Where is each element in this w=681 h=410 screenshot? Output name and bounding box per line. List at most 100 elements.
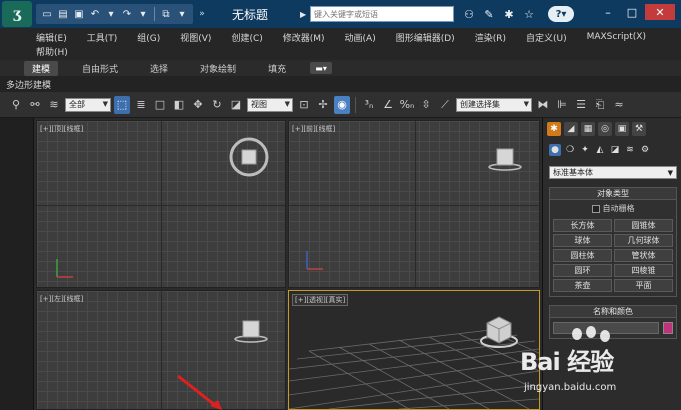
systems-icon[interactable]: ⚙ bbox=[639, 144, 651, 156]
object-color-swatch[interactable] bbox=[663, 322, 673, 334]
viewcube-persp-icon[interactable] bbox=[477, 311, 521, 351]
viewport-front[interactable]: [+][前][线框] bbox=[288, 120, 540, 288]
pyramid-button[interactable]: 四棱锥 bbox=[614, 264, 673, 277]
mirror-icon[interactable]: ⧓ bbox=[535, 96, 551, 114]
window-crossing-icon[interactable]: ◧ bbox=[171, 96, 187, 114]
communication-icon[interactable]: ✱ bbox=[502, 7, 516, 21]
maximize-icon[interactable]: □ bbox=[621, 4, 643, 20]
menu-create[interactable]: 创建(C) bbox=[231, 31, 262, 44]
rect-selection-icon[interactable]: □ bbox=[152, 96, 168, 114]
cylinder-button[interactable]: 圆柱体 bbox=[553, 249, 612, 262]
edit-named-selection-icon[interactable]: ⟋ bbox=[437, 96, 453, 114]
favorite-star-icon[interactable]: ☆ bbox=[522, 7, 536, 21]
torus-button[interactable]: 圆环 bbox=[553, 264, 612, 277]
category-dropdown[interactable]: 标准基本体 ▼ bbox=[549, 166, 677, 179]
percent-snap-icon[interactable]: %ₙ bbox=[399, 96, 415, 114]
menu-modifiers[interactable]: 修改器(M) bbox=[283, 31, 325, 44]
menu-edit[interactable]: 编辑(E) bbox=[36, 31, 67, 44]
help-button[interactable]: ? ▾ bbox=[548, 6, 574, 22]
menu-customize[interactable]: 自定义(U) bbox=[526, 31, 567, 44]
box-button[interactable]: 长方体 bbox=[553, 219, 612, 232]
viewcube-left-icon[interactable] bbox=[231, 313, 271, 345]
app-logo-icon[interactable]: ʒ bbox=[2, 1, 32, 27]
utilities-tab-icon[interactable]: ⚒ bbox=[632, 122, 646, 136]
geosphere-button[interactable]: 几何球体 bbox=[614, 234, 673, 247]
motion-tab-icon[interactable]: ◎ bbox=[598, 122, 612, 136]
space-warps-icon[interactable]: ≋ bbox=[624, 144, 636, 156]
menu-tools[interactable]: 工具(T) bbox=[87, 31, 118, 44]
select-manipulate-icon[interactable]: ✢ bbox=[315, 96, 331, 114]
menu-group[interactable]: 组(G) bbox=[137, 31, 160, 44]
cone-button[interactable]: 圆锥体 bbox=[614, 219, 673, 232]
pivot-center-icon[interactable]: ⊡ bbox=[296, 96, 312, 114]
project-folder-icon[interactable]: ⧉ bbox=[159, 7, 173, 21]
tube-button[interactable]: 管状体 bbox=[614, 249, 673, 262]
keyboard-shortcut-icon[interactable]: ◉ bbox=[334, 95, 350, 114]
menu-graph-editors[interactable]: 图形编辑器(D) bbox=[396, 31, 455, 44]
display-tab-icon[interactable]: ▣ bbox=[615, 122, 629, 136]
sphere-button[interactable]: 球体 bbox=[553, 234, 612, 247]
cameras-icon[interactable]: ◭ bbox=[594, 144, 606, 156]
viewport-left[interactable]: [+][左][线框] bbox=[36, 290, 286, 410]
menu-maxscript[interactable]: MAXScript(X) bbox=[587, 32, 646, 42]
autogrid-checkbox[interactable] bbox=[591, 204, 600, 213]
curve-editor-icon[interactable]: ≈ bbox=[611, 96, 627, 114]
object-name-input[interactable] bbox=[553, 322, 659, 334]
binoculars-icon[interactable]: ⚇ bbox=[462, 7, 476, 21]
menu-help[interactable]: 帮助(H) bbox=[36, 45, 68, 58]
link-icon[interactable]: ⚲ bbox=[8, 96, 24, 114]
tab-object-paint[interactable]: 对象绘制 bbox=[192, 61, 244, 76]
menu-animation[interactable]: 动画(A) bbox=[345, 31, 376, 44]
viewport-top-label[interactable]: [+][顶][线框] bbox=[40, 124, 83, 134]
menu-view[interactable]: 视图(V) bbox=[180, 31, 211, 44]
viewport-top[interactable]: [+][顶][线框] bbox=[36, 120, 286, 288]
unlink-icon[interactable]: ⚯ bbox=[27, 96, 43, 114]
hierarchy-tab-icon[interactable]: ▦ bbox=[581, 122, 595, 136]
tab-populate[interactable]: 填充 bbox=[260, 61, 294, 76]
create-tab-icon[interactable]: ✱ bbox=[547, 122, 561, 136]
undo-dropdown-icon[interactable]: ▾ bbox=[104, 7, 118, 21]
named-selection-dropdown[interactable]: 创建选择集 ▼ bbox=[456, 97, 532, 112]
menu-rendering[interactable]: 渲染(R) bbox=[475, 31, 506, 44]
lights-icon[interactable]: ✦ bbox=[579, 144, 591, 156]
expand-icon[interactable]: » bbox=[196, 6, 208, 22]
viewport-front-label[interactable]: [+][前][线框] bbox=[292, 124, 335, 134]
move-icon[interactable]: ✥ bbox=[190, 96, 206, 114]
teapot-button[interactable]: 茶壶 bbox=[553, 279, 612, 292]
select-object-icon[interactable]: ⬚ bbox=[114, 95, 130, 114]
toggle-ribbon-icon[interactable]: ⎗ bbox=[592, 96, 608, 114]
viewport-perspective[interactable]: [+][透视][真实] bbox=[288, 290, 540, 410]
ref-coord-dropdown[interactable]: 视图 ▼ bbox=[247, 97, 293, 112]
qa-dropdown-icon[interactable]: ▾ bbox=[175, 7, 189, 21]
close-icon[interactable]: ✕ bbox=[645, 4, 675, 20]
viewport-left-label[interactable]: [+][左][线框] bbox=[40, 294, 83, 304]
name-color-header[interactable]: 名称和颜色 bbox=[550, 306, 676, 318]
spinner-snap-icon[interactable]: ⇳ bbox=[418, 96, 434, 114]
tab-freeform[interactable]: 自由形式 bbox=[74, 61, 126, 76]
align-icon[interactable]: ⊫ bbox=[554, 96, 570, 114]
layer-manager-icon[interactable]: ☰ bbox=[573, 96, 589, 114]
modify-tab-icon[interactable]: ◢ bbox=[564, 122, 578, 136]
search-arrow-icon[interactable]: ▶ bbox=[300, 7, 310, 21]
plane-button[interactable]: 平面 bbox=[614, 279, 673, 292]
polygon-modeling-label[interactable]: 多边形建模 bbox=[6, 78, 51, 91]
search-input[interactable] bbox=[310, 6, 454, 22]
geometry-icon[interactable]: ● bbox=[549, 144, 561, 156]
viewcube-top-icon[interactable] bbox=[227, 135, 271, 179]
rotate-icon[interactable]: ↻ bbox=[209, 96, 225, 114]
helpers-icon[interactable]: ◪ bbox=[609, 144, 621, 156]
shapes-icon[interactable]: ❍ bbox=[564, 144, 576, 156]
scale-icon[interactable]: ◪ bbox=[228, 96, 244, 114]
bind-space-warp-icon[interactable]: ≋ bbox=[46, 96, 62, 114]
object-type-header[interactable]: 对象类型 bbox=[550, 188, 676, 200]
save-icon[interactable]: ▣ bbox=[72, 7, 86, 21]
tools-icon[interactable]: ✎ bbox=[482, 7, 496, 21]
viewcube-front-icon[interactable] bbox=[485, 143, 525, 173]
minimize-icon[interactable]: – bbox=[597, 4, 619, 20]
ribbon-options-icon[interactable]: ▬▾ bbox=[310, 62, 333, 74]
tab-modeling[interactable]: 建模 bbox=[24, 60, 59, 76]
new-file-icon[interactable]: ▭ bbox=[40, 7, 54, 21]
angle-snap-icon[interactable]: ∠ bbox=[380, 96, 396, 114]
select-by-name-icon[interactable]: ≣ bbox=[133, 96, 149, 114]
snaps-toggle-icon[interactable]: ³ₙ bbox=[361, 96, 377, 114]
